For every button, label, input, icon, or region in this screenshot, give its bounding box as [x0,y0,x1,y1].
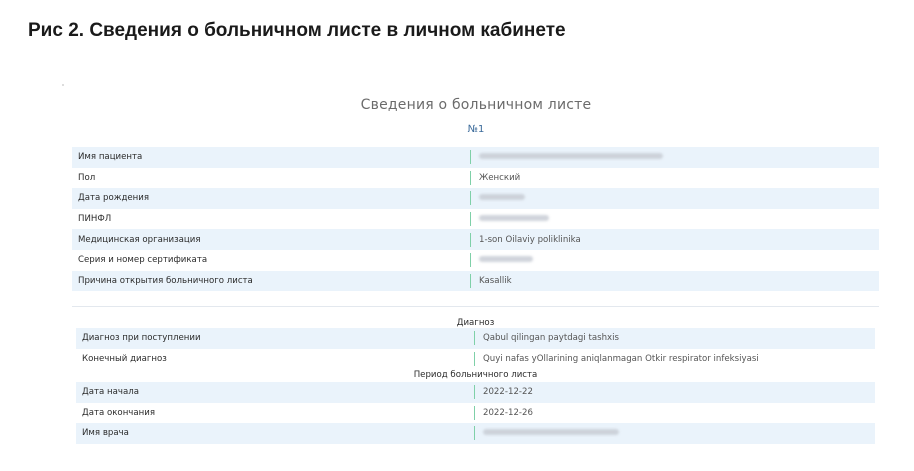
patient-name-value [479,152,663,162]
column-divider [474,426,475,441]
table-row: Дата начала 2022-12-22 [76,382,875,403]
certificate-number: №1 [467,124,485,135]
period-heading: Период больничного листа [413,370,538,380]
corner-mark [62,84,64,86]
admission-diagnosis-value: Qabul qilingan paytdagi tashxis [483,333,619,344]
column-divider [470,232,471,247]
medical-organization-value: 1-son Oilaviy poliklinika [479,234,581,245]
end-date-value: 2022-12-26 [483,407,533,418]
row-label: Диагноз при поступлении [82,333,201,344]
row-label: Дата рождения [78,193,150,204]
redacted-value [479,215,549,222]
table-row: Имя врача [76,423,875,444]
table-row: Дата рождения [72,188,879,209]
diagnosis-table: Диагноз при поступлении Qabul qilingan p… [76,328,875,369]
table-row: Дата окончания 2022-12-26 [76,403,875,424]
column-divider [470,170,471,185]
column-divider [474,385,475,400]
column-divider [470,150,471,165]
diagnosis-heading: Диагноз [456,318,495,328]
final-diagnosis-value: Quyi nafas yOllarining aniqlanmagan Otki… [483,353,759,364]
redacted-value [479,256,533,263]
column-divider [474,405,475,420]
column-divider [470,191,471,206]
row-label: Медицинская организация [78,234,201,245]
redacted-value [483,429,619,436]
column-divider [470,212,471,227]
column-divider [474,331,475,346]
figure-caption: Рис 2. Сведения о больничном листе в лич… [28,20,566,41]
redacted-value [479,194,525,201]
reason-value: Kasallik [479,275,512,286]
period-table: Дата начала 2022-12-22 Дата окончания 20… [76,382,875,444]
section-separator [72,306,879,307]
pinfl-value [479,214,549,224]
row-label: Дата начала [82,387,139,398]
gender-value: Женский [479,172,521,183]
row-label: Имя врача [82,428,129,439]
column-divider [474,351,475,366]
card-title: Сведения о больничном листе [360,97,592,113]
doctor-name-value [483,428,619,438]
row-label: Конечный диагноз [82,353,167,364]
table-row: Имя пациента [72,147,879,168]
row-label: Серия и номер сертификата [78,255,208,266]
row-label: Пол [78,172,96,183]
table-row: Серия и номер сертификата [72,250,879,271]
column-divider [470,273,471,288]
row-label: ПИНФЛ [78,214,112,225]
row-label: Причина открытия больничного листа [78,275,253,286]
table-row: Причина открытия больничного листа Kasal… [72,270,879,292]
row-label: Дата окончания [82,407,156,418]
table-row: Диагноз при поступлении Qabul qilingan p… [76,328,875,349]
patient-info-table: Имя пациента Пол Женский Дата рождения П… [72,147,879,292]
row-label: Имя пациента [78,152,143,163]
birth-date-value [479,193,525,203]
redacted-value [479,153,663,160]
table-row: ПИНФЛ [72,209,879,230]
start-date-value: 2022-12-22 [483,387,533,398]
column-divider [470,253,471,268]
table-row: Конечный диагноз Quyi nafas yOllarining … [76,349,875,370]
certificate-series-value [479,255,533,265]
table-row: Пол Женский [72,168,879,189]
table-row: Медицинская организация 1-son Oilaviy po… [72,229,879,250]
